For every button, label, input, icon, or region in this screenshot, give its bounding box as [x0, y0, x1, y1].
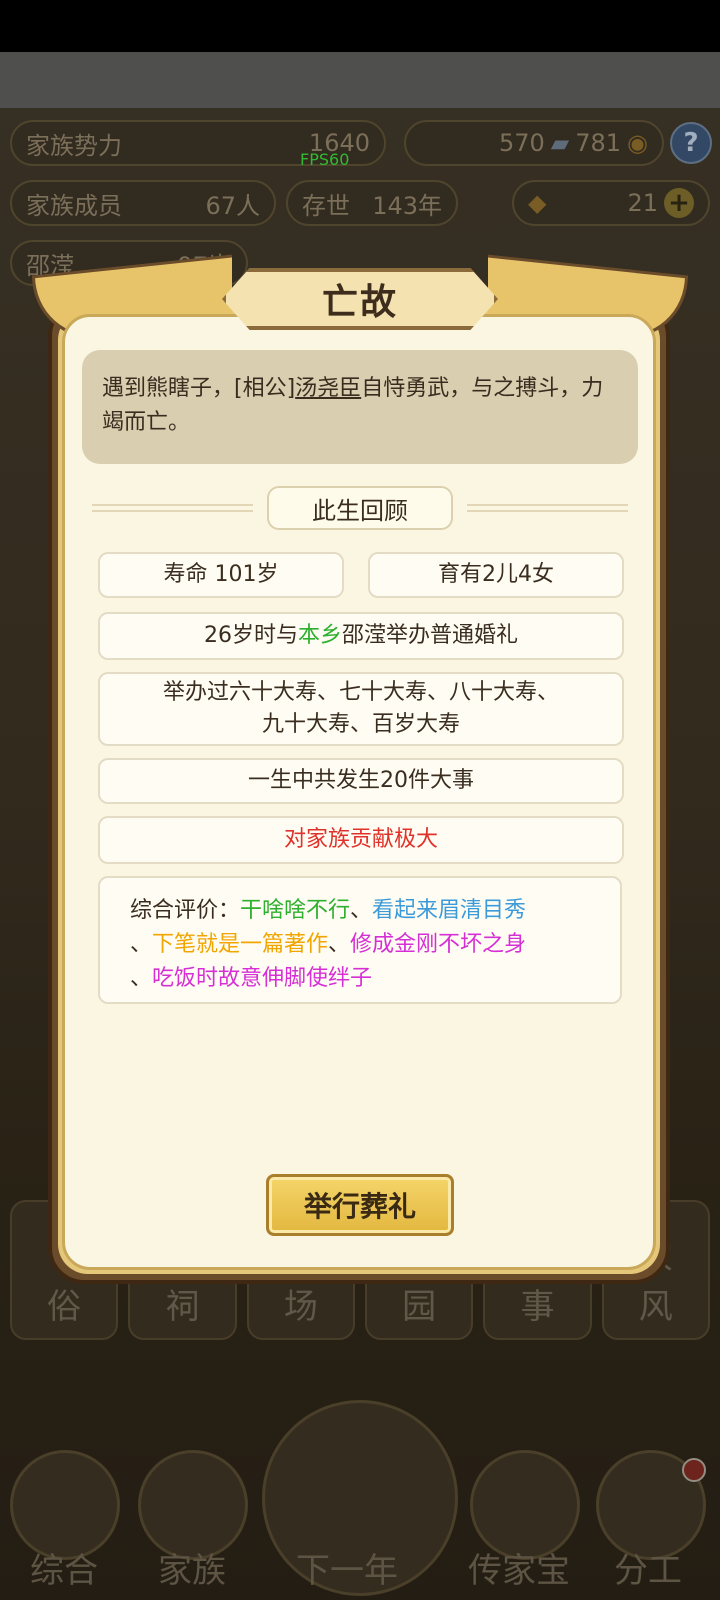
events-card: 一生中共发生20件大事 [98, 758, 624, 804]
children-card: 育有2儿4女 [368, 552, 624, 598]
trait: 干啥啥不行 [240, 898, 351, 923]
modal-title: 亡故 [321, 282, 398, 323]
separator: 、 [130, 932, 153, 957]
marriage-suffix: 邵滢举办普通婚礼 [342, 623, 519, 648]
trait: 修成金刚不坏之身 [350, 932, 527, 957]
evaluation-label: 综合评价： [130, 898, 241, 923]
marriage-origin: 本乡 [297, 623, 342, 648]
spouse-name-link[interactable]: 汤尧臣 [295, 376, 361, 401]
separator: 、 [350, 898, 373, 923]
trait: 吃饭时故意伸脚使绊子 [152, 966, 373, 991]
contribution-card: 对家族贡献极大 [98, 816, 624, 864]
status-bar [0, 0, 720, 52]
birthdays-card: 举办过六十大寿、七十大寿、八十大寿、 九十大寿、百岁大寿 [98, 672, 624, 746]
marriage-card: 26岁时与 本乡 邵滢举办普通婚礼 [98, 612, 624, 660]
divider-left [92, 504, 253, 512]
separator: 、 [130, 966, 153, 991]
trait: 看起来眉清目秀 [372, 898, 527, 923]
evaluation-card: 综合评价：干啥啥不行、看起来眉清目秀 、下笔就是一篇著作、修成金刚不坏之身 、吃… [98, 876, 622, 1004]
life-review-title: 此生回顾 [267, 486, 453, 530]
birthdays-line-1: 举办过六十大寿、七十大寿、八十大寿、 [162, 680, 559, 705]
divider-right [467, 504, 628, 512]
event-prefix: 遇到熊瞎子，[相公] [102, 376, 296, 401]
lifespan-card: 寿命 101岁 [98, 552, 344, 598]
marriage-prefix: 26岁时与 [203, 623, 298, 648]
hold-funeral-button[interactable]: 举行葬礼 [266, 1174, 454, 1236]
separator: 、 [328, 932, 351, 957]
death-event-text: 遇到熊瞎子，[相公]汤尧臣自恃勇武，与之搏斗，力竭而亡。 [82, 350, 638, 464]
life-review-header: 此生回顾 [92, 486, 628, 530]
birthdays-line-2: 九十大寿、百岁大寿 [261, 712, 460, 737]
trait: 下笔就是一篇著作 [152, 932, 329, 957]
modal-title-badge: 亡故 [222, 268, 498, 330]
